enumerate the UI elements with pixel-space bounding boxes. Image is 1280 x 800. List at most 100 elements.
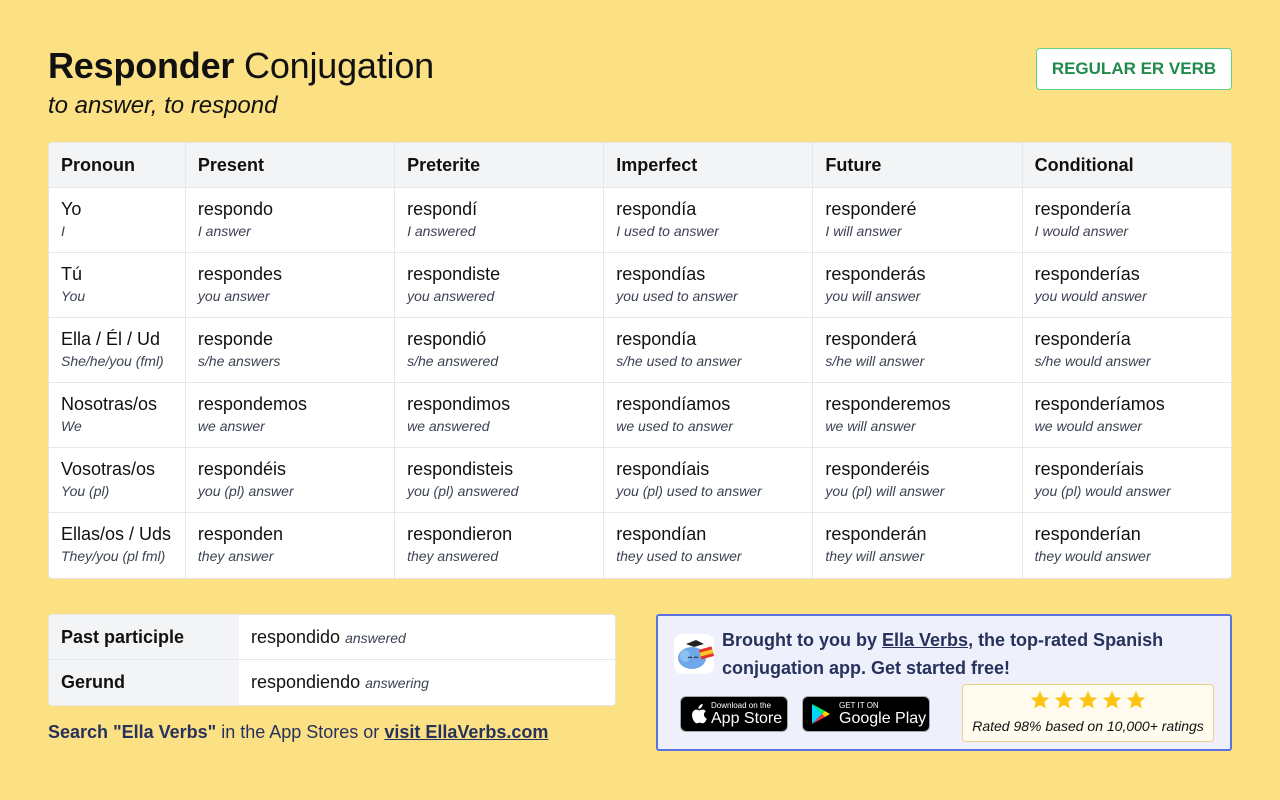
conjugation-table: Pronoun Present Preterite Imperfect Futu… xyxy=(48,142,1232,579)
header-present: Present xyxy=(184,143,395,188)
conjugated-form: respondías xyxy=(616,264,706,284)
conjugation-cell: respondimos we answered xyxy=(394,383,604,448)
app-store-button[interactable]: Download on the App Store xyxy=(680,696,788,732)
conjugated-form: responderán xyxy=(825,524,927,544)
form-translation: s/he answered xyxy=(407,353,499,369)
conjugated-form: respondía xyxy=(616,329,697,349)
app-store-small-label: Download on the xyxy=(711,700,772,710)
conjugation-cell: respondíais you (pl) used to answer xyxy=(603,448,813,513)
header-future: Future xyxy=(812,143,1022,188)
star-icon xyxy=(1077,689,1099,716)
conjugation-cell: responderás you will answer xyxy=(812,253,1022,318)
conjugated-form: respondí xyxy=(407,199,478,219)
search-term: "Ella Verbs" xyxy=(113,722,217,742)
pronoun: Ella / Él / Ud xyxy=(61,329,161,349)
pronoun-translation: They/you (pl fml) xyxy=(61,548,166,564)
past-participle-form: respondido xyxy=(251,626,341,647)
past-participle-cell: respondido answered xyxy=(239,615,615,660)
form-translation: I would answer xyxy=(1034,223,1129,239)
star-icon xyxy=(1053,689,1075,716)
gerund-label: Gerund xyxy=(49,660,239,705)
title-suffix: Conjugation xyxy=(244,45,434,86)
gerund-form: respondiendo xyxy=(251,672,361,692)
conjugation-cell: respondían they used to answer xyxy=(603,513,812,578)
search-hint: Search "Ella Verbs" in the App Stores or… xyxy=(48,722,548,743)
verb-name: Responder xyxy=(48,45,235,86)
form-translation: you answer xyxy=(197,288,270,304)
pronoun-translation: I xyxy=(61,223,65,239)
table-row: Ellas/os / Uds They/you (pl fml) responden… xyxy=(49,513,1231,578)
google-play-button[interactable]: GET IT ON Google Play xyxy=(802,696,930,732)
conjugated-form: responderemos xyxy=(825,394,951,414)
star-icon xyxy=(1125,689,1147,716)
conjugation-cell: responderé I will answer xyxy=(812,188,1022,253)
search-prefix: Search xyxy=(48,722,109,742)
form-translation: they used to answer xyxy=(616,548,742,564)
verb-type-badge[interactable]: REGULAR ER VERB xyxy=(1036,48,1232,90)
form-translation: you (pl) used to answer xyxy=(616,483,762,499)
table-row: Yo Irespondo I answer respondí I answered res… xyxy=(49,188,1231,253)
conjugation-cell: respondías you used to answer xyxy=(603,253,813,318)
conjugated-form: respondió xyxy=(407,329,487,349)
form-translation: we would answer xyxy=(1034,418,1143,434)
conjugation-cell: respondemos we answer xyxy=(184,383,395,448)
visit-site-link[interactable]: visit EllaVerbs.com xyxy=(384,722,548,742)
conjugation-cell: responderá s/he will answer xyxy=(812,318,1022,383)
verb-translation: to answer, to respond xyxy=(48,92,278,119)
form-translation: you (pl) will answer xyxy=(825,483,945,499)
conjugation-cell: respondiste you answered xyxy=(394,253,604,318)
form-translation: you used to answer xyxy=(616,288,738,304)
table-row: Ella / Él / Ud She/he/you (fml) responde s/… xyxy=(49,318,1231,383)
conjugation-cell: respondía s/he used to answer xyxy=(603,318,813,383)
form-translation: they would answer xyxy=(1034,548,1151,564)
form-translation: we will answer xyxy=(825,418,916,434)
conjugation-cell: responderíamos we would answer xyxy=(1021,383,1231,448)
conjugation-cell: respondo I answer xyxy=(184,188,395,253)
header-preterite: Preterite xyxy=(394,143,604,188)
form-translation: you will answer xyxy=(825,288,921,304)
conjugated-form: responderá xyxy=(825,329,917,349)
pronoun: Yo xyxy=(61,199,82,219)
form-translation: s/he would answer xyxy=(1034,353,1151,369)
star-icon xyxy=(1101,689,1123,716)
conjugated-form: responderían xyxy=(1034,524,1141,544)
conjugated-form: respondisteis xyxy=(407,459,514,479)
ella-verbs-link[interactable]: Ella Verbs xyxy=(882,630,968,650)
pronoun-translation: We xyxy=(61,418,82,434)
conjugated-form: responderíamos xyxy=(1034,394,1165,414)
pronoun-cell: Vosotras/os You (pl) xyxy=(49,448,185,513)
pronoun-cell: Nosotras/os We xyxy=(49,383,185,448)
conjugation-cell: respondí I answered xyxy=(394,188,604,253)
search-middle: in the App Stores or xyxy=(221,722,380,742)
conjugation-cell: respondíamos we used to answer xyxy=(603,383,813,448)
conjugation-cell: respondería I would answer xyxy=(1021,188,1231,253)
pronoun-cell: Ella / Él / Ud She/he/you (fml) xyxy=(49,318,185,383)
form-translation: they answer xyxy=(197,548,274,564)
conjugated-form: responderéis xyxy=(825,459,930,479)
page-title: Responder Conjugation xyxy=(48,44,434,88)
google-play-small-label: GET IT ON xyxy=(839,700,879,710)
conjugation-cell: respondió s/he answered xyxy=(394,318,604,383)
form-translation: we used to answer xyxy=(616,418,733,434)
conjugated-form: respondíais xyxy=(616,459,710,479)
conjugated-form: responde xyxy=(197,329,273,349)
pronoun-cell: Ellas/os / Uds They/you (pl fml) xyxy=(49,513,185,578)
conjugation-cell: respondisteis you (pl) answered xyxy=(394,448,604,513)
conjugation-cell: respondes you answer xyxy=(184,253,395,318)
conjugated-form: respondimos xyxy=(407,394,511,414)
form-translation: I will answer xyxy=(825,223,902,239)
table-row: Vosotras/os You (pl) respondéis you (pl) an… xyxy=(49,448,1231,513)
header-imperfect: Imperfect xyxy=(603,143,813,188)
conjugation-cell: responderán they will answer xyxy=(812,513,1021,578)
pronoun-cell: Yo I xyxy=(49,188,185,253)
promo-text-before: Brought to you by xyxy=(722,630,877,650)
table-row: Nosotras/os We respondemos we answer respond… xyxy=(49,383,1231,448)
app-store-label: App Store xyxy=(711,709,783,727)
conjugation-cell: responde s/he answers xyxy=(184,318,395,383)
table-header-row: Pronoun Present Preterite Imperfect Futu… xyxy=(49,143,1231,188)
form-translation: s/he used to answer xyxy=(616,353,742,369)
pronoun-translation: You (pl) xyxy=(61,483,110,499)
conjugated-form: respondo xyxy=(197,199,273,219)
gerund-cell: respondiendo answering xyxy=(239,660,615,705)
past-participle-row: Past participle respondido answered xyxy=(49,615,615,660)
